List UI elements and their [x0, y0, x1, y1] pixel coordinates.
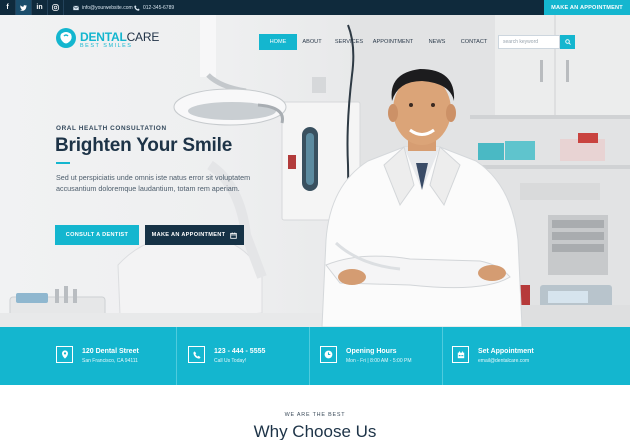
- hero-photo: [0, 15, 630, 327]
- section-title: Why Choose Us: [253, 422, 377, 440]
- envelope-icon: [73, 5, 79, 10]
- info-phone-sub: Call Us Today!: [214, 358, 247, 364]
- make-appointment-top-button[interactable]: MAKE AN APPOINTMENT: [544, 0, 630, 15]
- hero-eyebrow: ORAL HEALTH CONSULTATION: [56, 125, 167, 132]
- make-appointment-label: MAKE AN APPOINTMENT: [151, 232, 226, 238]
- nav-contact[interactable]: CONTACT: [457, 34, 491, 50]
- hero-headline: Brighten Your Smile: [55, 135, 233, 156]
- info-phone-title: 123 - 444 - 5555: [214, 348, 266, 355]
- info-divider: [309, 327, 310, 385]
- info-hours-title: Opening Hours: [346, 348, 397, 355]
- twitter-icon[interactable]: [16, 0, 32, 15]
- clock-icon: [320, 346, 337, 363]
- search-input[interactable]: [498, 35, 560, 49]
- info-phone: 123 - 444 - 5555 Call Us Today!: [188, 327, 321, 385]
- top-phone[interactable]: 012-345-6789: [134, 0, 174, 15]
- top-email-text: info@yourwebsite.com: [82, 4, 133, 11]
- phone-icon: [134, 4, 140, 11]
- consult-dentist-button[interactable]: CONSULT A DENTIST: [55, 225, 139, 245]
- calendar-icon: [230, 232, 238, 239]
- facebook-icon[interactable]: f: [0, 0, 16, 15]
- phone-icon: [188, 346, 205, 363]
- info-appointment-title: Set Appointment: [478, 348, 534, 355]
- calendar-icon: [452, 346, 469, 363]
- nav-news[interactable]: NEWS: [424, 34, 450, 50]
- logo-brand-a: DENTAL: [80, 29, 127, 44]
- map-pin-icon: [56, 346, 73, 363]
- info-hours-sub: Mon - Fri | 8:00 AM - 5:00 PM: [346, 358, 412, 364]
- nav-home[interactable]: HOME: [259, 34, 297, 50]
- info-divider: [176, 327, 177, 385]
- info-hours: Opening Hours Mon - Fri | 8:00 AM - 5:00…: [320, 327, 453, 385]
- nav-appointment[interactable]: APPOINTMENT: [370, 34, 416, 50]
- make-appointment-button[interactable]: MAKE AN APPOINTMENT: [145, 225, 244, 245]
- hero-text: Sed ut perspiciatis unde omnis iste natu…: [56, 173, 251, 193]
- headline-underline: [56, 162, 70, 164]
- info-address: 120 Dental Street San Francisco, CA 9411…: [56, 327, 189, 385]
- section-kicker: WE ARE THE BEST: [284, 412, 346, 418]
- logo-brand-b: CARE: [126, 29, 160, 44]
- top-phone-text: 012-345-6789: [143, 4, 175, 11]
- search-icon: [564, 39, 571, 45]
- top-email[interactable]: info@yourwebsite.com: [73, 0, 133, 15]
- nav-services[interactable]: SERVICES: [330, 34, 368, 50]
- logo-text: DENTALCARE BEST SMILES: [80, 31, 159, 50]
- logo[interactable]: DENTALCARE BEST SMILES: [56, 29, 159, 51]
- instagram-icon[interactable]: [48, 0, 64, 15]
- info-appointment-sub[interactable]: email@dentalcare.com: [478, 358, 529, 364]
- linkedin-icon[interactable]: in: [32, 0, 48, 15]
- info-appointment[interactable]: Set Appointment email@dentalcare.com: [452, 327, 585, 385]
- info-address-sub: San Francisco, CA 94111: [82, 358, 138, 364]
- top-bar: f in info@yourwebsite.com 012-345-6789 M…: [0, 0, 630, 15]
- info-divider: [442, 327, 443, 385]
- hero-section: DENTALCARE BEST SMILES HOME ABOUT SERVIC…: [0, 15, 630, 327]
- info-address-title: 120 Dental Street: [82, 348, 139, 355]
- info-strip: 120 Dental Street San Francisco, CA 9411…: [0, 327, 630, 385]
- search-button[interactable]: [560, 35, 575, 49]
- consult-dentist-label: CONSULT A DENTIST: [65, 232, 129, 238]
- nav-about[interactable]: ABOUT: [297, 34, 327, 50]
- logo-icon: [56, 29, 76, 51]
- logo-tagline: BEST SMILES: [80, 42, 133, 49]
